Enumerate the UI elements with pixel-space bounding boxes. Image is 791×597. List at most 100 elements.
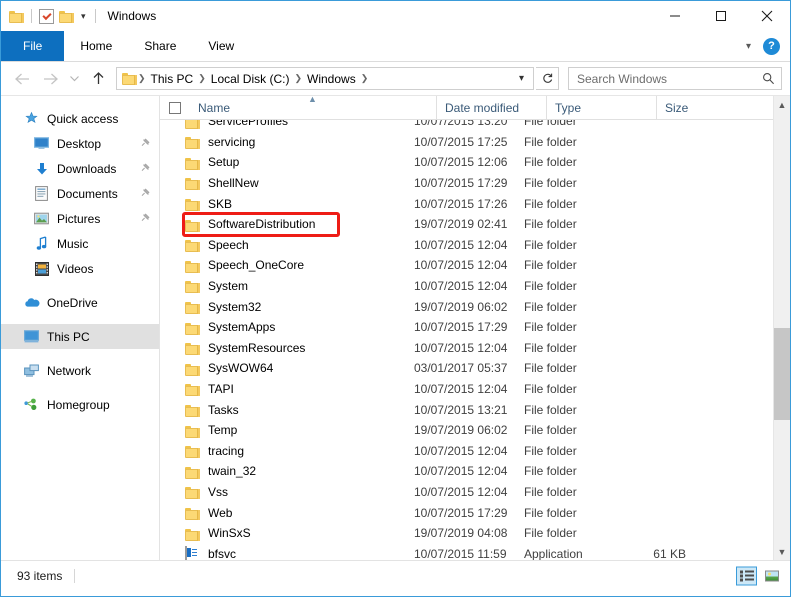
- sidebar-item-homegroup[interactable]: Homegroup: [1, 392, 159, 417]
- table-row[interactable]: twain_32 10/07/2015 12:04 File folder: [160, 461, 790, 482]
- sidebar-item-network[interactable]: Network: [1, 358, 159, 383]
- table-row[interactable]: Setup 10/07/2015 12:06 File folder: [160, 152, 790, 173]
- breadcrumb-separator[interactable]: ❯: [197, 73, 207, 84]
- table-row[interactable]: SysWOW64 03/01/2017 05:37 File folder: [160, 358, 790, 379]
- maximize-button[interactable]: [698, 1, 744, 31]
- back-button[interactable]: [9, 67, 35, 91]
- table-row[interactable]: bfsvc 10/07/2015 11:59 Application 61 KB: [160, 543, 790, 560]
- folder-icon: [185, 320, 201, 335]
- table-row[interactable]: SystemApps 10/07/2015 17:29 File folder: [160, 317, 790, 338]
- folder-icon[interactable]: [9, 10, 24, 23]
- pin-icon[interactable]: [140, 212, 150, 226]
- breadcrumb-windows[interactable]: Windows: [303, 72, 360, 86]
- table-row[interactable]: ShellNew 10/07/2015 17:29 File folder: [160, 173, 790, 194]
- up-button[interactable]: [85, 67, 111, 91]
- address-dropdown-icon[interactable]: ▾: [512, 73, 531, 84]
- pin-icon[interactable]: [140, 162, 150, 176]
- sidebar-item-pictures[interactable]: Pictures: [1, 206, 159, 231]
- sidebar-item-desktop[interactable]: Desktop: [1, 131, 159, 156]
- date-modified-label: 10/07/2015 17:26: [414, 196, 508, 211]
- large-icons-view-button[interactable]: [761, 566, 782, 585]
- computer-icon: [23, 329, 40, 345]
- table-row[interactable]: SKB 10/07/2015 17:26 File folder: [160, 193, 790, 214]
- table-row[interactable]: WinSxS 19/07/2019 04:08 File folder: [160, 523, 790, 544]
- date-modified-label: 19/07/2019 06:02: [414, 299, 508, 314]
- table-row[interactable]: Tasks 10/07/2015 13:21 File folder: [160, 399, 790, 420]
- sidebar-item-downloads[interactable]: Downloads: [1, 156, 159, 181]
- new-folder-icon[interactable]: [59, 10, 74, 23]
- sidebar-item-music[interactable]: Music: [1, 231, 159, 256]
- column-header-size[interactable]: Size: [656, 95, 736, 120]
- toolbar-divider-2: [94, 9, 96, 23]
- sidebar-item-this-pc[interactable]: This PC: [1, 324, 159, 349]
- help-button[interactable]: ?: [763, 37, 780, 55]
- table-row[interactable]: SoftwareDistribution 19/07/2019 02:41 File…: [160, 214, 790, 235]
- scrollbar-thumb[interactable]: [774, 328, 790, 420]
- sidebar-label: Homegroup: [47, 397, 110, 412]
- column-header-date-modified[interactable]: Date modified: [436, 95, 546, 120]
- sidebar-item-onedrive[interactable]: OneDrive: [1, 290, 159, 315]
- date-modified-label: 03/01/2017 05:37: [414, 361, 508, 376]
- sidebar-item-videos[interactable]: Videos: [1, 256, 159, 281]
- pin-icon[interactable]: [140, 137, 150, 151]
- date-modified-label: 10/07/2015 12:04: [414, 484, 508, 499]
- table-row[interactable]: Speech_OneCore 10/07/2015 12:04 File folde…: [160, 255, 790, 276]
- date-modified-label: 10/07/2015 13:21: [414, 402, 508, 417]
- minimize-button[interactable]: [652, 1, 698, 31]
- scroll-down-arrow-icon[interactable]: ▼: [774, 543, 790, 560]
- ribbon-right-controls: ▾ ?: [742, 31, 786, 61]
- breadcrumb-this-pc[interactable]: This PC: [147, 72, 198, 86]
- table-row[interactable]: servicing 10/07/2015 17:25 File folder: [160, 132, 790, 153]
- scroll-up-arrow-icon[interactable]: ▲: [774, 96, 790, 113]
- refresh-button[interactable]: [536, 67, 559, 90]
- table-row[interactable]: System 10/07/2015 12:04 File folder: [160, 276, 790, 297]
- chevron-down-icon[interactable]: ▾: [742, 37, 755, 56]
- application-icon: [185, 545, 201, 560]
- folder-icon: [185, 341, 201, 356]
- sidebar-item-documents[interactable]: Documents: [1, 181, 159, 206]
- music-note-icon: [33, 236, 50, 252]
- chevron-down-icon[interactable]: ▾: [79, 11, 88, 21]
- column-header-type[interactable]: Type: [546, 95, 656, 120]
- table-row[interactable]: Temp 19/07/2019 06:02 File folder: [160, 420, 790, 441]
- tab-share[interactable]: Share: [128, 31, 192, 61]
- breadcrumb-separator[interactable]: ❯: [293, 73, 303, 84]
- select-all-checkbox[interactable]: [160, 101, 190, 114]
- table-row[interactable]: SystemResources 10/07/2015 12:04 File fold…: [160, 338, 790, 359]
- details-view-icon: [739, 570, 754, 581]
- status-bar: 93 items: [1, 560, 790, 590]
- properties-icon[interactable]: [39, 8, 54, 24]
- search-input[interactable]: Search Windows: [577, 72, 762, 86]
- star-pin-icon: [23, 111, 40, 127]
- file-name-label: System: [208, 279, 249, 294]
- pin-icon[interactable]: [140, 187, 150, 201]
- vertical-scrollbar[interactable]: ▲ ▼: [773, 96, 790, 560]
- address-breadcrumb-field[interactable]: ❯ This PC ❯ Local Disk (C:) ❯ Windows ❯ …: [116, 67, 534, 90]
- folder-icon: [185, 197, 201, 211]
- close-button[interactable]: [744, 1, 790, 31]
- breadcrumb-separator[interactable]: ❯: [360, 73, 370, 84]
- column-header-name[interactable]: Name ▲: [190, 94, 436, 120]
- table-row[interactable]: Web 10/07/2015 17:29 File folder: [160, 502, 790, 523]
- scrollbar-track[interactable]: [774, 113, 790, 543]
- sidebar-label: Downloads: [57, 161, 117, 176]
- file-type-label: File folder: [524, 258, 577, 273]
- details-view-button[interactable]: [736, 566, 757, 585]
- table-row[interactable]: ServiceProfiles 10/07/2015 13:20 File fold…: [160, 120, 790, 132]
- table-row[interactable]: Speech 10/07/2015 12:04 File folder: [160, 235, 790, 256]
- tab-file[interactable]: File: [1, 31, 65, 61]
- cell-name: ServiceProfiles: [160, 120, 406, 129]
- table-row[interactable]: System32 19/07/2019 06:02 File folder: [160, 296, 790, 317]
- table-row[interactable]: TAPI 10/07/2015 12:04 File folder: [160, 379, 790, 400]
- search-box[interactable]: Search Windows: [568, 67, 782, 90]
- sidebar-item-quick-access[interactable]: Quick access: [1, 106, 159, 131]
- forward-button[interactable]: [37, 67, 63, 91]
- table-row[interactable]: Vss 10/07/2015 12:04 File folder: [160, 482, 790, 503]
- cell-name: Temp: [160, 423, 406, 438]
- tab-view[interactable]: View: [192, 31, 250, 61]
- recent-locations-button[interactable]: [65, 67, 83, 91]
- table-row[interactable]: tracing 10/07/2015 12:04 File folder: [160, 441, 790, 462]
- breadcrumb-local-disk[interactable]: Local Disk (C:): [207, 72, 294, 86]
- tab-home[interactable]: Home: [64, 31, 128, 61]
